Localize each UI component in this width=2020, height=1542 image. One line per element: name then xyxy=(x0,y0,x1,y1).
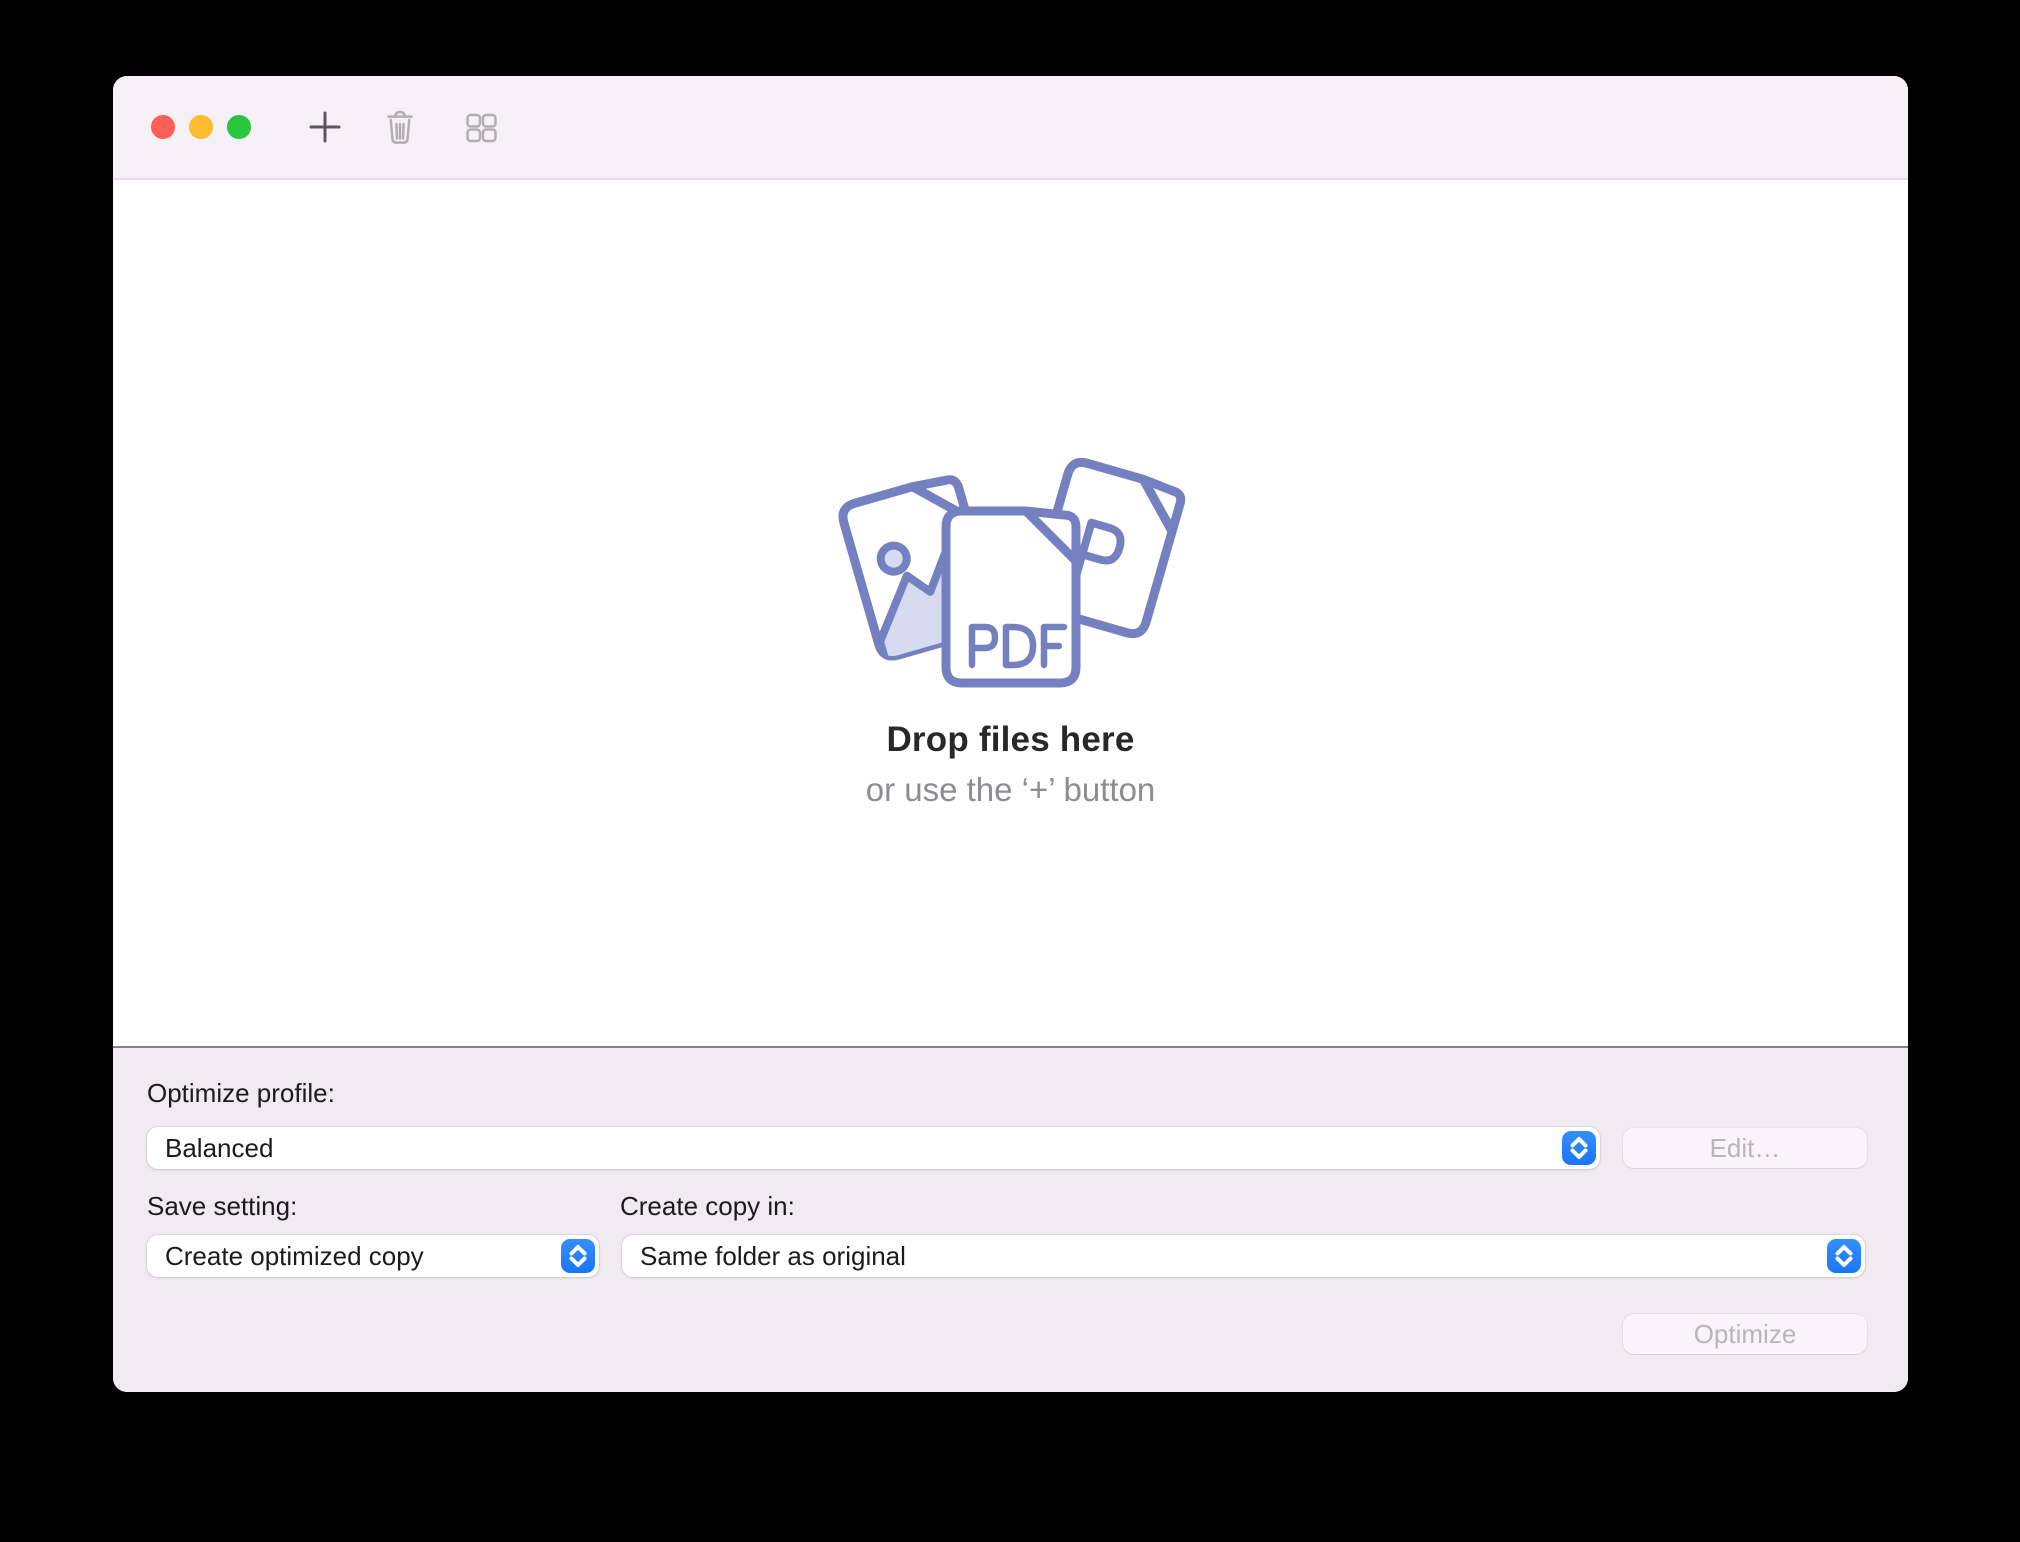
trash-icon xyxy=(382,108,418,146)
stepper-icon xyxy=(561,1239,595,1273)
optimize-button[interactable]: Optimize xyxy=(1623,1314,1867,1354)
zoom-button[interactable] xyxy=(227,115,251,139)
edit-profile-button[interactable]: Edit… xyxy=(1623,1128,1867,1168)
chevron-up-down-icon xyxy=(1562,1131,1596,1165)
stepper-icon xyxy=(1562,1131,1596,1165)
destination-select-value: Same folder as original xyxy=(640,1241,906,1272)
save-setting-select-value: Create optimized copy xyxy=(165,1241,424,1272)
grid-icon xyxy=(463,109,499,145)
create-copy-in-label: Create copy in: xyxy=(620,1191,795,1222)
grid-view-button[interactable] xyxy=(461,105,501,149)
save-setting-select[interactable]: Create optimized copy xyxy=(147,1235,599,1277)
add-files-button[interactable] xyxy=(305,105,345,149)
files-illustration xyxy=(831,456,1191,706)
close-button[interactable] xyxy=(151,115,175,139)
drop-zone-subtitle: or use the ‘+’ button xyxy=(866,771,1156,809)
traffic-lights xyxy=(151,115,251,139)
optimize-profile-label: Optimize profile: xyxy=(147,1078,335,1109)
drop-zone[interactable]: Drop files here or use the ‘+’ button xyxy=(113,180,1908,1046)
plus-icon xyxy=(307,109,343,145)
edit-button-label: Edit… xyxy=(1710,1133,1781,1164)
chevron-up-down-icon xyxy=(1827,1239,1861,1273)
drop-zone-group: Drop files here or use the ‘+’ button xyxy=(831,456,1191,809)
desktop-background: Drop files here or use the ‘+’ button Op… xyxy=(0,0,2020,1542)
pdf-file-icon xyxy=(946,511,1076,683)
stepper-icon xyxy=(1827,1239,1861,1273)
save-setting-label: Save setting: xyxy=(147,1191,297,1222)
remove-files-button[interactable] xyxy=(380,105,420,149)
options-panel: Optimize profile: Balanced Edit… Save se… xyxy=(113,1046,1908,1392)
profile-select[interactable]: Balanced xyxy=(147,1127,1600,1169)
optimize-button-label: Optimize xyxy=(1694,1319,1797,1350)
profile-select-value: Balanced xyxy=(165,1133,273,1164)
title-bar[interactable] xyxy=(113,76,1908,180)
destination-select[interactable]: Same folder as original xyxy=(622,1235,1865,1277)
drop-zone-title: Drop files here xyxy=(886,720,1134,760)
minimize-button[interactable] xyxy=(189,115,213,139)
chevron-up-down-icon xyxy=(561,1239,595,1273)
app-window: Drop files here or use the ‘+’ button Op… xyxy=(113,76,1908,1392)
